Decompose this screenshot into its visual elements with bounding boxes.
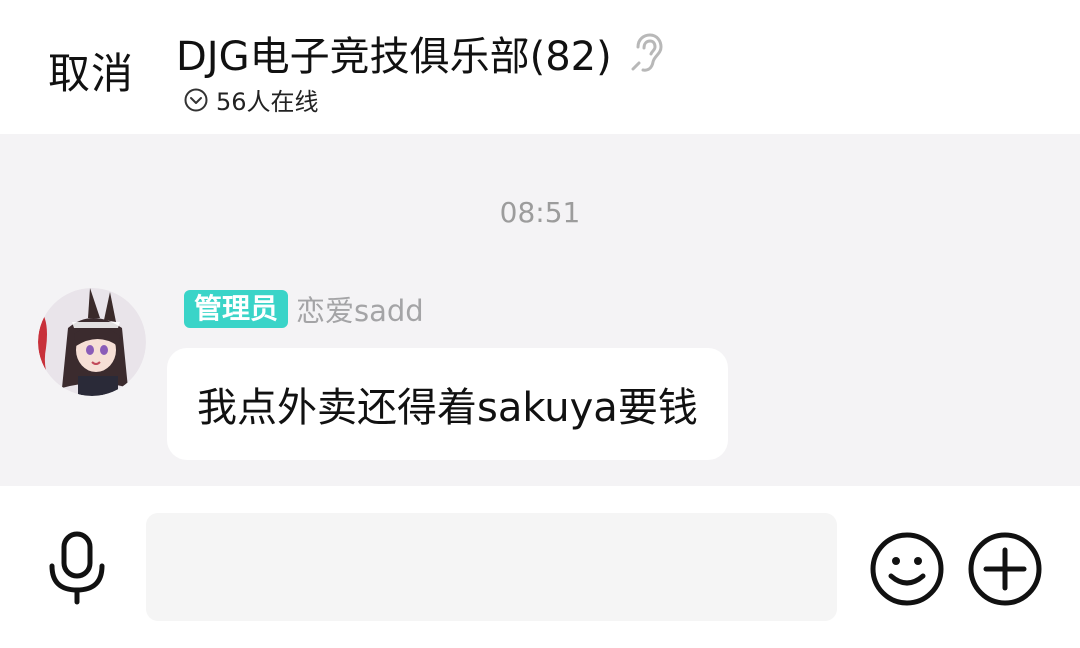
online-count: 56人在线 (216, 88, 319, 116)
plus-circle-icon[interactable] (966, 530, 1044, 608)
microphone-icon[interactable] (42, 530, 112, 606)
chat-screen: 取消 DJG电子竞技俱乐部(82) 56人在线 08:51 管理员 恋爱sadd… (0, 0, 1080, 648)
chevron-circle-icon (184, 88, 208, 112)
title-row: DJG电子竞技俱乐部(82) (176, 24, 664, 82)
group-title[interactable]: DJG电子竞技俱乐部(82) (176, 24, 612, 82)
sender-row: 管理员 恋爱sadd (184, 288, 424, 330)
message-text: 我点外卖还得着sakuya要钱 (197, 385, 698, 431)
sender-name[interactable]: 恋爱sadd (296, 288, 424, 330)
message-input[interactable] (146, 513, 837, 621)
message-list[interactable]: 08:51 管理员 恋爱sadd 我点外卖还得着sakuya要钱 (0, 134, 1080, 486)
avatar[interactable] (38, 288, 146, 396)
message-bubble[interactable]: 我点外卖还得着sakuya要钱 (167, 348, 728, 460)
admin-badge: 管理员 (184, 290, 289, 328)
header: 取消 DJG电子竞技俱乐部(82) 56人在线 (0, 0, 1080, 134)
message-timestamp: 08:51 (499, 196, 581, 229)
input-bar (0, 486, 1080, 648)
smiley-icon[interactable] (868, 530, 946, 608)
online-status[interactable]: 56人在线 (184, 82, 319, 117)
cancel-button[interactable]: 取消 (48, 40, 134, 101)
ear-icon[interactable] (630, 33, 664, 73)
